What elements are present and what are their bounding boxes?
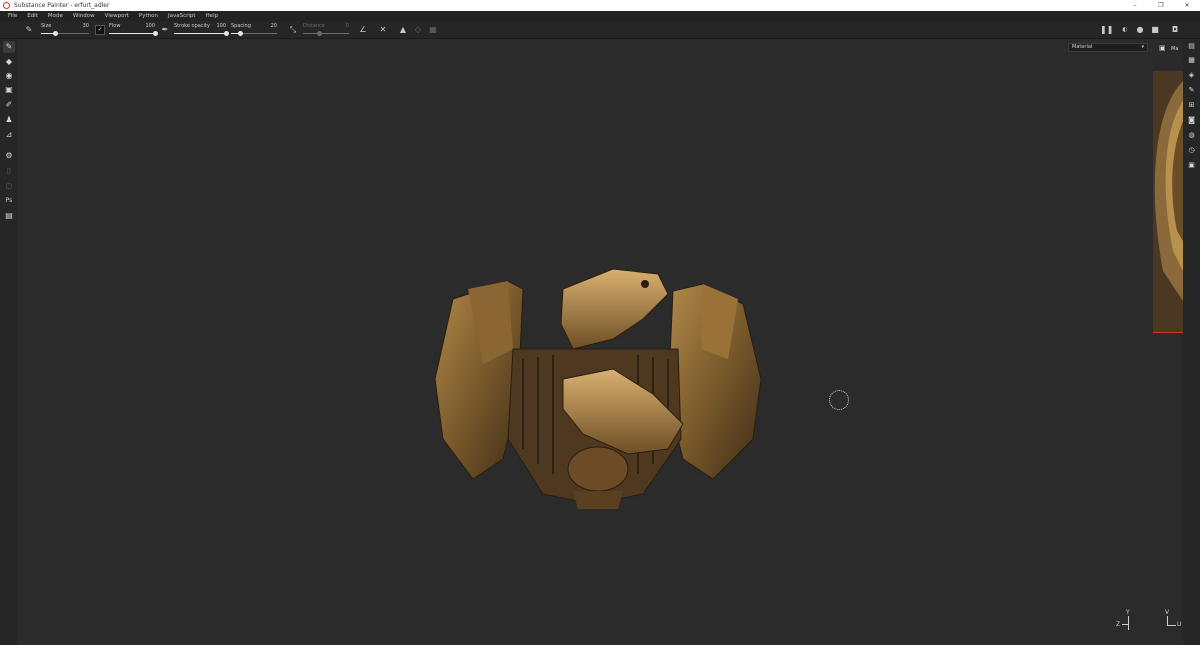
flow-brush-swatch[interactable]: ✓ [95, 25, 105, 35]
spacing-handle[interactable] [237, 31, 243, 36]
stroke-opacity-fill [174, 33, 226, 34]
tool-options-bar: ✎ Size 30 ✓ Flow 100 ✒ Stroke opacity 10… [0, 21, 1200, 39]
lazy-mouse-icon[interactable]: ⤡ [288, 25, 298, 35]
pause-icon[interactable]: ❚❚ [1100, 25, 1113, 35]
stroke-opacity-value[interactable]: 100 [216, 23, 226, 29]
axis-u-label: U [1177, 621, 1182, 628]
channel-select-value: Material [1072, 44, 1093, 50]
clone-stamp-icon[interactable]: ♟ [3, 114, 15, 126]
chevron-down-icon: ▾ [1141, 44, 1144, 50]
distance-slider[interactable]: Distance 0 [303, 23, 349, 37]
brush-preset-icon[interactable]: ✎ [24, 25, 34, 35]
mirror-icon[interactable]: ▲ [398, 25, 408, 35]
distance-label: Distance [303, 23, 325, 29]
axis-z-label: Z [1116, 621, 1121, 628]
video-camera-icon[interactable]: ■ [1150, 25, 1160, 35]
shader-settings-icon[interactable]: ◙ [1186, 115, 1197, 126]
brush-cursor [829, 390, 849, 410]
camera-mode-icon[interactable]: ◐ [1120, 25, 1130, 35]
texture-set-list-icon[interactable]: ▤ [1186, 41, 1197, 52]
properties-icon[interactable]: ✎ [1186, 85, 1197, 96]
projection-icon[interactable]: ◉ [3, 70, 15, 82]
eagle-model[interactable] [413, 229, 773, 509]
color-picker-icon[interactable]: ⊿ [3, 129, 15, 141]
close-button[interactable]: ✕ [1174, 0, 1200, 11]
mirror-disabled-icon: ◇ [414, 25, 422, 34]
layers-icon[interactable]: ◈ [1186, 70, 1197, 81]
size-slider[interactable]: Size 30 [41, 23, 89, 37]
environment-icon[interactable]: ◍ [1186, 130, 1197, 141]
disabled-tool-icon: ▯ [6, 166, 12, 175]
render-icon[interactable]: ● [1135, 25, 1145, 35]
disabled-tool-icon: ○ [5, 181, 13, 190]
menu-viewport[interactable]: Viewport [100, 13, 134, 19]
symmetry-icon[interactable]: ✕ [378, 25, 388, 35]
pattern-disabled-icon: ▦ [429, 25, 437, 34]
smudge-icon[interactable]: ✐ [3, 99, 15, 111]
screenshot-icon[interactable]: ◘ [1170, 25, 1180, 35]
menu-help[interactable]: Help [201, 13, 224, 19]
flow-label: Flow [109, 23, 121, 29]
size-label: Size [41, 23, 52, 29]
stroke-opacity-slider[interactable]: Stroke opacity 100 [174, 23, 229, 37]
menu-mode[interactable]: Mode [43, 13, 68, 19]
display-settings-icon[interactable]: ⊞ [1186, 100, 1197, 111]
pen-pressure-icon[interactable]: ✒ [160, 25, 170, 35]
spacing-label: Spacing [231, 23, 251, 29]
history-icon[interactable]: ◷ [1186, 145, 1197, 156]
uv-texture-image [1153, 71, 1183, 332]
window-controls: – ❐ ✕ [1122, 0, 1200, 11]
axis-v-label: V [1165, 609, 1170, 616]
channel-select[interactable]: Material ▾ [1068, 43, 1148, 52]
distance-handle[interactable] [316, 31, 322, 36]
menu-window[interactable]: Window [68, 13, 100, 19]
geometry-mask-icon[interactable]: ▣ [3, 84, 15, 96]
title-bar: Substance Painter - erfurt_adler – ❐ ✕ [0, 0, 1200, 11]
stroke-opacity-handle[interactable] [223, 31, 229, 36]
uv-axis-gizmo: V U [1163, 609, 1185, 635]
flow-slider[interactable]: Flow 100 [109, 23, 158, 37]
texture-set-settings-icon[interactable]: ▦ [1186, 55, 1197, 66]
uv-preview-header: ▣ Ma [1153, 39, 1183, 71]
2d-uv-preview[interactable]: ▣ Ma [1153, 39, 1183, 333]
window-title: Substance Painter - erfurt_adler [14, 2, 110, 9]
axis-y-label: Y [1126, 609, 1130, 616]
left-tool-strip: ✎ ◆ ◉ ▣ ✐ ♟ ⊿ ⚙ ▯ ○ Ps ▤ [0, 39, 18, 645]
menu-python[interactable]: Python [134, 13, 163, 19]
menu-file[interactable]: File [3, 13, 22, 19]
3d-viewport[interactable]: Material ▾ Y Z V U [18, 39, 1181, 645]
uv-preview-label: Ma [1171, 46, 1179, 52]
flow-fill [109, 33, 155, 34]
material-icon[interactable]: ▣ [1159, 44, 1166, 52]
minimize-button[interactable]: – [1122, 0, 1148, 11]
photoshop-icon[interactable]: Ps [3, 195, 15, 207]
3d-axis-gizmo: Y Z [1116, 609, 1138, 635]
clipboard-icon[interactable]: ▤ [3, 210, 15, 222]
spacing-slider[interactable]: Spacing 20 [231, 23, 277, 37]
flow-handle[interactable] [152, 31, 158, 36]
menu-javascript[interactable]: JavaScript [163, 13, 201, 19]
paint-brush-icon[interactable]: ✎ [3, 41, 15, 53]
menu-bar: File Edit Mode Window Viewport Python Ja… [0, 11, 1200, 21]
menu-edit[interactable]: Edit [22, 13, 43, 19]
spacing-value[interactable]: 20 [271, 23, 277, 29]
stroke-opacity-label: Stroke opacity [174, 23, 210, 29]
distance-value[interactable]: 0 [346, 23, 349, 29]
size-value[interactable]: 30 [83, 23, 89, 29]
settings-icon[interactable]: ⚙ [3, 150, 15, 162]
log-icon[interactable]: ▣ [1186, 160, 1197, 171]
maximize-button[interactable]: ❐ [1148, 0, 1174, 11]
right-dock-strip: ▤ ▦ ◈ ✎ ⊞ ◙ ◍ ◷ ▣ [1183, 39, 1200, 645]
substance-painter-logo-icon [3, 2, 10, 9]
flow-value[interactable]: 100 [145, 23, 155, 29]
eraser-icon[interactable]: ◆ [3, 56, 15, 68]
size-handle[interactable] [52, 31, 58, 36]
angle-icon[interactable]: ∠ [358, 25, 368, 35]
